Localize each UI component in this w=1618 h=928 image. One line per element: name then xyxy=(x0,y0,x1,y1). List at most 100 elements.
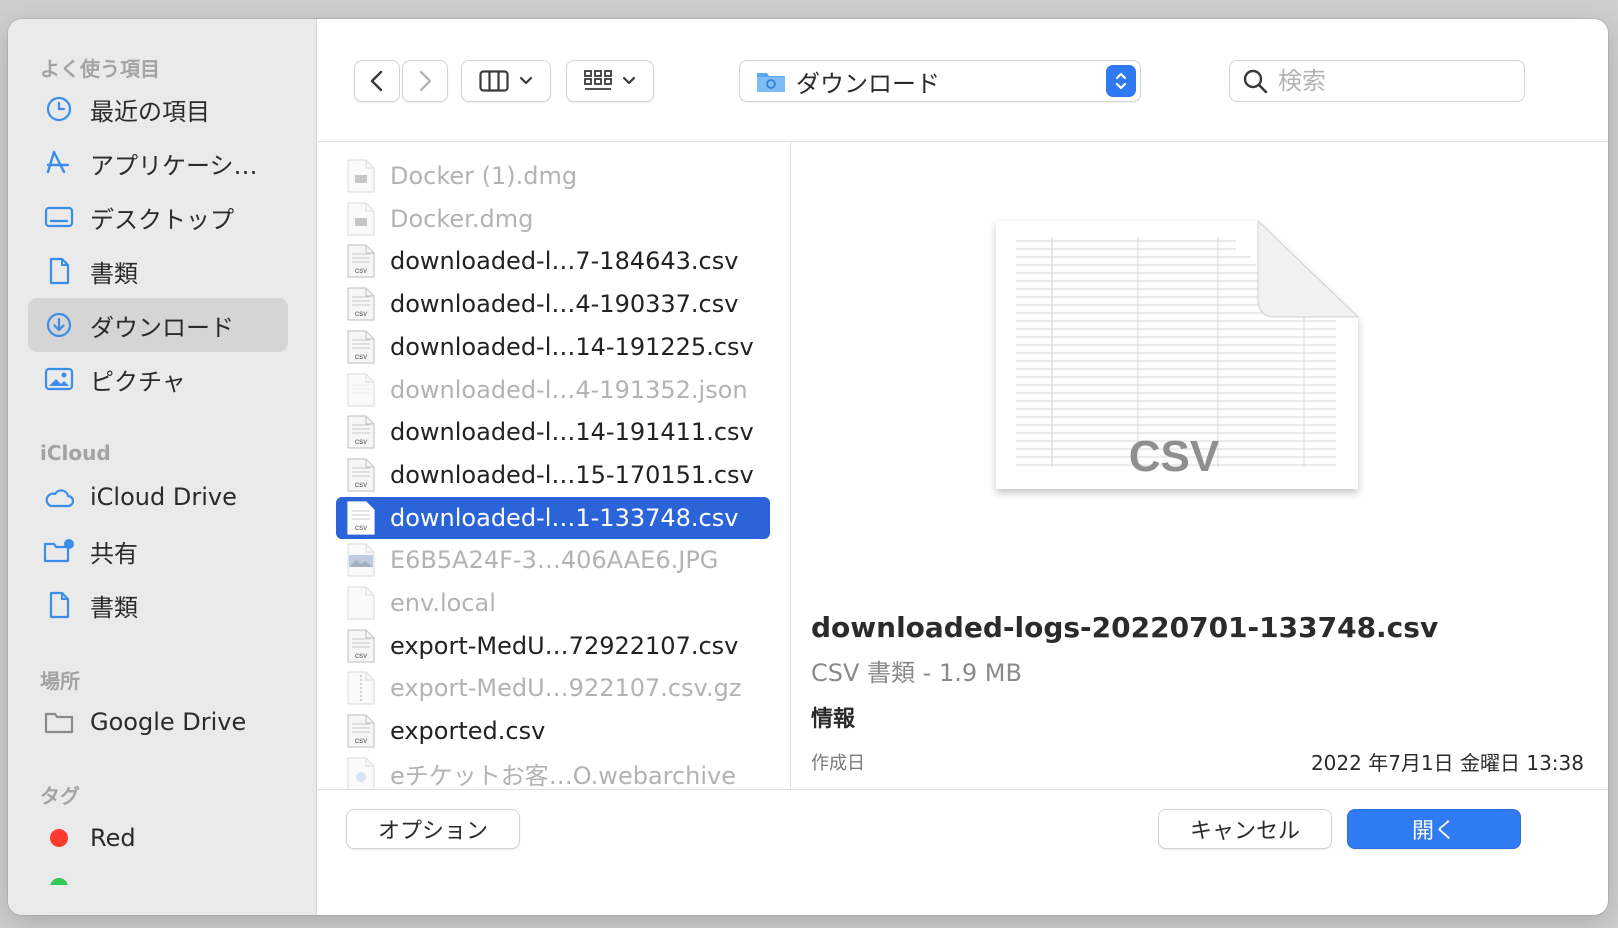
sidebar-item-label: ダウンロード xyxy=(90,313,234,342)
csv-file-icon: CSV xyxy=(346,287,378,321)
cloud-icon xyxy=(42,480,76,514)
file-row: E6B5A24F-3…406AAE6.JPG xyxy=(336,539,770,581)
file-row: Docker (1).dmg xyxy=(336,155,770,197)
sidebar-item-shared[interactable]: 共有 xyxy=(28,524,288,578)
zip-file-icon xyxy=(346,671,378,705)
file-name: downloaded-l…14-191225.csv xyxy=(390,332,754,361)
image-file-icon xyxy=(346,543,378,577)
svg-text:CSV: CSV xyxy=(355,312,367,318)
sidebar-item-label: アプリケーシ… xyxy=(90,151,258,180)
applications-icon xyxy=(42,146,76,180)
csv-file-icon: CSV xyxy=(346,458,378,492)
file-row[interactable]: CSV downloaded-l…4-190337.csv xyxy=(336,283,770,325)
file-row: downloaded-l…4-191352.json xyxy=(336,369,770,411)
file-row[interactable]: CSV downloaded-l…14-191225.csv xyxy=(336,326,770,368)
bottom-divider xyxy=(316,789,1608,790)
chevron-right-icon xyxy=(419,70,432,92)
json-file-icon xyxy=(346,372,378,407)
file-list: Docker (1).dmg Docker.dmg CSV downloaded-l…… xyxy=(316,141,790,789)
desktop-icon xyxy=(42,200,76,234)
sidebar-item-google-drive[interactable]: Google Drive xyxy=(28,695,288,749)
preview-created-value: 2022 年7月1日 金曜日 13:38 xyxy=(1310,751,1584,775)
sidebar: よく使う項目 最近の項目 アプリケーシ… デスクトップ 書類 ダウンロード ピク… xyxy=(8,19,317,915)
blank-file-icon xyxy=(346,586,378,620)
column-view-icon xyxy=(479,70,509,92)
svg-text:CSV: CSV xyxy=(355,739,367,745)
preview-filename: downloaded-logs-20220701-133748.csv xyxy=(811,611,1439,644)
file-name: downloaded-l…15-170151.csv xyxy=(390,460,754,489)
file-name: export-MedU…922107.csv.gz xyxy=(390,674,742,703)
up-down-chevron-icon xyxy=(1115,72,1127,90)
csv-doc-label: CSV xyxy=(1129,432,1220,481)
file-name: Docker (1).dmg xyxy=(390,162,578,190)
file-row: Docker.dmg xyxy=(336,198,770,240)
chevron-down-icon xyxy=(519,76,533,85)
sidebar-item-label: 書類 xyxy=(90,593,138,622)
search-field[interactable] xyxy=(1229,60,1525,102)
file-name: E6B5A24F-3…406AAE6.JPG xyxy=(390,546,719,575)
sidebar-item-tag-green-partial[interactable] xyxy=(28,865,288,885)
forward-button[interactable] xyxy=(402,60,448,102)
file-row[interactable]: CSV downloaded-l…14-191411.csv xyxy=(336,411,770,453)
sidebar-item-label: 書類 xyxy=(90,259,138,288)
csv-file-icon: CSV xyxy=(346,714,378,748)
cancel-button[interactable]: キャンセル xyxy=(1158,809,1332,849)
sidebar-item-downloads[interactable]: ダウンロード xyxy=(28,298,288,352)
clock-icon xyxy=(42,92,76,126)
location-label: ダウンロード xyxy=(796,69,940,98)
file-row[interactable]: CSV downloaded-l…15-170151.csv xyxy=(336,454,770,496)
csv-file-icon: CSV xyxy=(346,330,378,364)
sidebar-item-applications[interactable]: アプリケーシ… xyxy=(28,136,288,190)
view-mode-button[interactable] xyxy=(461,60,551,102)
document-icon xyxy=(42,254,76,288)
file-row[interactable]: CSV downloaded-l…7-184643.csv xyxy=(336,240,770,282)
downloads-folder-icon xyxy=(757,73,785,92)
group-button[interactable] xyxy=(566,60,654,102)
search-input[interactable] xyxy=(1276,66,1500,96)
search-icon xyxy=(1243,69,1268,94)
grid-icon xyxy=(584,70,612,90)
file-row[interactable]: CSV export-MedU…72922107.csv xyxy=(336,625,770,667)
download-icon xyxy=(42,308,76,342)
shared-folder-icon xyxy=(42,534,76,568)
sidebar-item-recents[interactable]: 最近の項目 xyxy=(28,82,288,136)
file-row[interactable]: CSV exported.csv xyxy=(336,710,770,752)
folder-icon xyxy=(42,705,76,739)
svg-text:CSV: CSV xyxy=(355,269,367,275)
file-row-selected[interactable]: CSV downloaded-l…1-133748.csv xyxy=(336,496,770,539)
location-popup[interactable]: ダウンロード xyxy=(739,60,1141,102)
sidebar-section-favorites: よく使う項目 xyxy=(40,57,160,81)
file-name: downloaded-l…7-184643.csv xyxy=(390,247,739,276)
preview-created-label: 作成日 xyxy=(811,753,865,774)
file-name: downloaded-l…4-191352.json xyxy=(390,375,748,404)
location-stepper[interactable] xyxy=(1106,65,1136,97)
sidebar-section-icloud: iCloud xyxy=(40,441,111,465)
svg-text:CSV: CSV xyxy=(355,654,367,660)
sidebar-item-icloud-drive[interactable]: iCloud Drive xyxy=(28,470,288,524)
preview-pane: CSV downloaded-logs-20220701-133748.csv … xyxy=(791,141,1608,789)
green-tag-icon xyxy=(42,870,76,885)
sidebar-item-label: Red xyxy=(90,824,136,852)
file-name: env.local xyxy=(390,589,496,617)
sidebar-item-desktop[interactable]: デスクトップ xyxy=(28,190,288,244)
sidebar-item-tag-red[interactable]: Red xyxy=(28,811,288,865)
sidebar-item-documents[interactable]: 書類 xyxy=(28,244,288,298)
sidebar-item-label: デスクトップ xyxy=(90,205,234,234)
csv-file-icon: CSV xyxy=(346,415,378,449)
chevron-down-icon xyxy=(622,76,636,85)
file-name: downloaded-l…4-190337.csv xyxy=(390,290,739,319)
sidebar-item-icloud-documents[interactable]: 書類 xyxy=(28,578,288,632)
red-tag-icon xyxy=(42,821,76,855)
open-file-dialog: よく使う項目 最近の項目 アプリケーシ… デスクトップ 書類 ダウンロード ピク… xyxy=(8,19,1608,915)
csv-file-icon: CSV xyxy=(346,244,378,278)
sidebar-item-pictures[interactable]: ピクチャ xyxy=(28,352,288,406)
file-name: exported.csv xyxy=(390,717,546,746)
webarchive-file-icon xyxy=(346,757,378,789)
svg-text:CSV: CSV xyxy=(355,526,367,532)
open-button[interactable]: 開く xyxy=(1347,809,1521,849)
document-icon xyxy=(42,588,76,622)
csv-file-icon: CSV xyxy=(346,500,378,535)
back-button[interactable] xyxy=(354,60,400,102)
options-button[interactable]: オプション xyxy=(346,809,520,849)
sidebar-item-label: Google Drive xyxy=(90,708,247,736)
